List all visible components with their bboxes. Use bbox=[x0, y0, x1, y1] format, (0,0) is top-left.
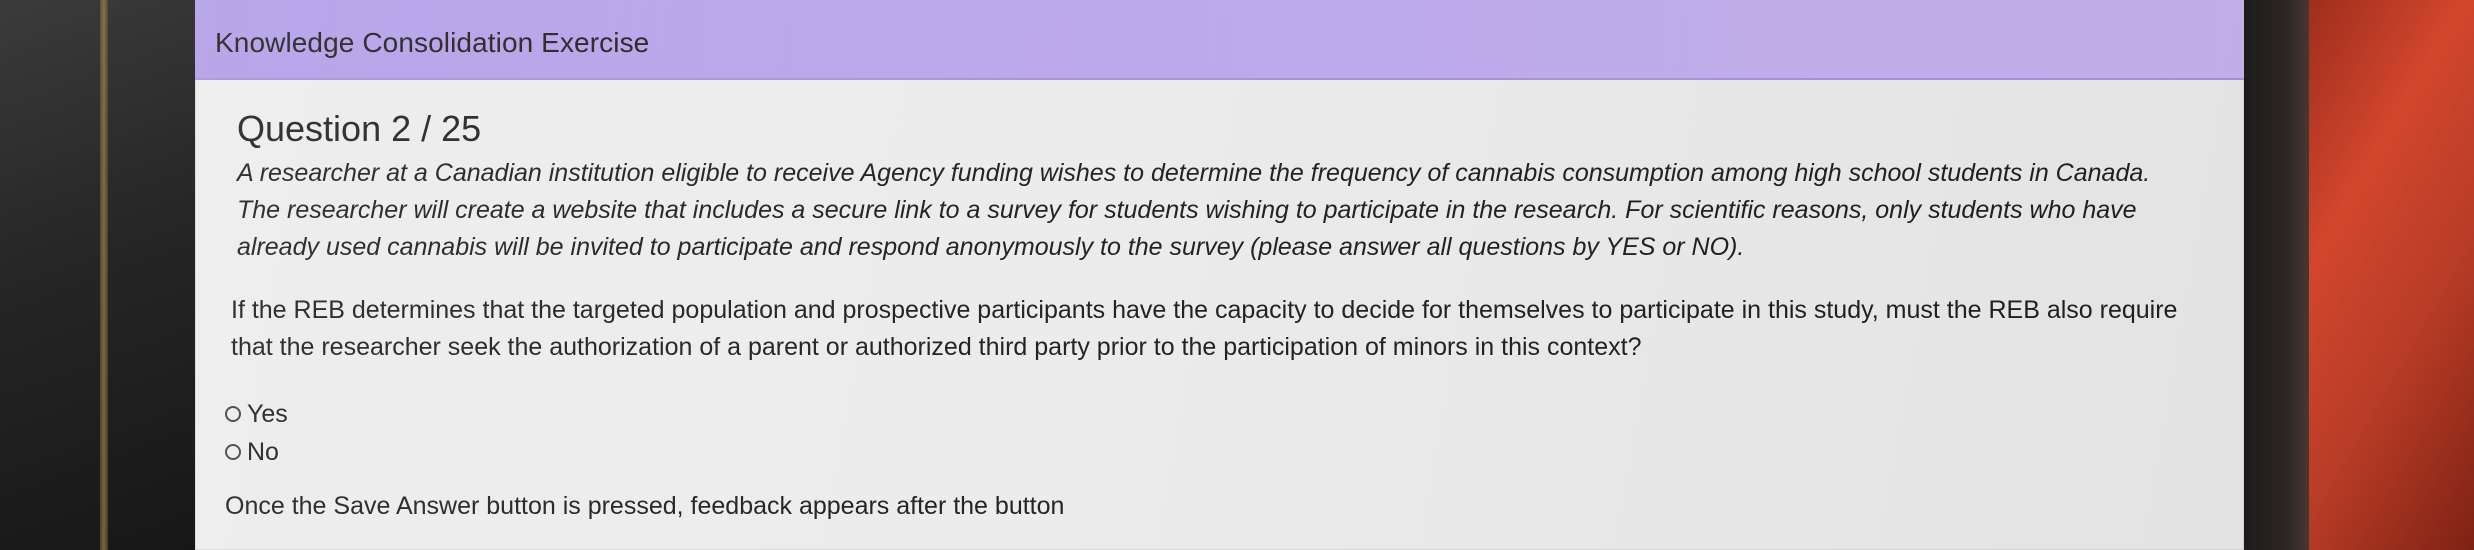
feedback-note: Once the Save Answer button is pressed, … bbox=[225, 492, 1065, 520]
exercise-title: Knowledge Consolidation Exercise bbox=[215, 27, 650, 58]
screen-glare bbox=[195, 0, 2244, 550]
right-background bbox=[2309, 0, 2474, 550]
exercise-panel: Knowledge Consolidation Exercise Questio… bbox=[195, 0, 2244, 550]
radio-button-icon[interactable] bbox=[225, 406, 241, 422]
left-background bbox=[0, 0, 195, 550]
option-yes[interactable]: Yes bbox=[225, 395, 288, 433]
option-label: No bbox=[247, 437, 279, 466]
option-label: Yes bbox=[247, 399, 288, 428]
question-scenario: A researcher at a Canadian institution e… bbox=[237, 159, 2151, 261]
answer-options: Yes No bbox=[225, 395, 288, 471]
question-prompt: If the REB determines that the targeted … bbox=[231, 296, 2178, 361]
option-no[interactable]: No bbox=[225, 433, 288, 471]
left-frame-edge bbox=[100, 0, 108, 550]
radio-button-icon[interactable] bbox=[225, 444, 241, 460]
question-counter: Question 2 / 25 bbox=[237, 108, 482, 149]
exercise-header: Knowledge Consolidation Exercise bbox=[195, 0, 2244, 80]
right-monitor-edge bbox=[2244, 0, 2312, 550]
photo-scene: Knowledge Consolidation Exercise Questio… bbox=[0, 0, 2474, 550]
